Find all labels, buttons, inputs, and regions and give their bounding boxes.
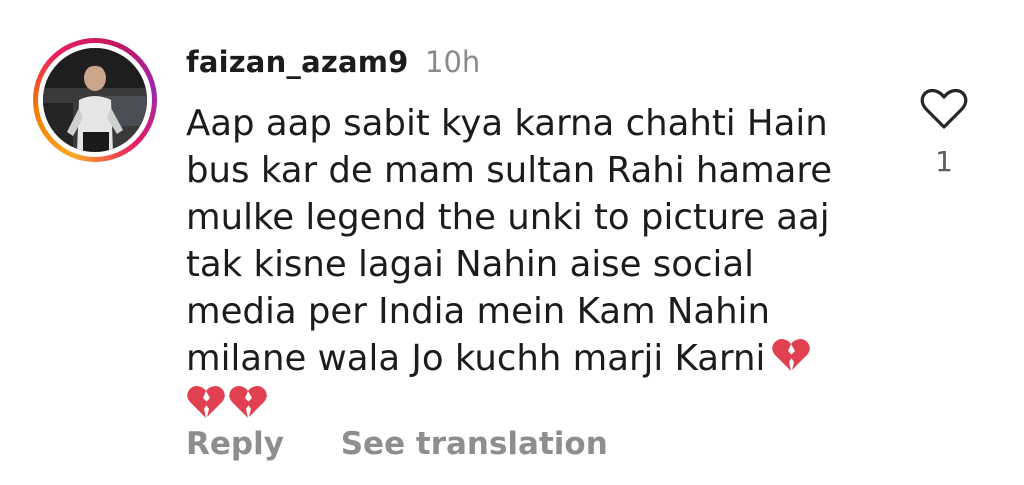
comment-text-line: Aap aap sabit kya karna chahti Hain <box>186 103 828 144</box>
comment-item: faizan_azam9 10h Aap aap sabit kya karna… <box>0 0 1024 485</box>
reply-button[interactable]: Reply <box>186 426 284 462</box>
avatar[interactable] <box>43 48 147 152</box>
avatar-frame <box>38 43 152 157</box>
broken-heart-emoji <box>771 335 811 375</box>
see-translation-button[interactable]: See translation <box>341 426 608 462</box>
username[interactable]: faizan_azam9 <box>186 45 409 79</box>
comment-text-line: bus kar de mam sultan Rahi hamare <box>186 150 833 191</box>
comment-text: Aap aap sabit kya karna chahti Hain bus … <box>186 100 866 429</box>
broken-heart-emoji <box>186 382 226 422</box>
comment-text-line: tak kisne lagai Nahin aise social <box>186 244 755 285</box>
heart-outline-icon <box>920 88 968 134</box>
comment-actions: Reply See translation <box>186 426 608 462</box>
comment-text-line: milane wala Jo kuchh marji Karni <box>186 338 766 379</box>
comment-text-line: mulke legend the unki to picture aaj <box>186 197 830 238</box>
timestamp: 10h <box>425 45 481 79</box>
comment-text-line-6: milane wala Jo kuchh marji Karni <box>186 335 866 382</box>
emoji-row <box>186 382 866 429</box>
like-button[interactable] <box>920 88 968 130</box>
comment-text-line: media per India mein Kam Nahin <box>186 291 771 332</box>
story-ring[interactable] <box>33 38 157 162</box>
broken-heart-emoji <box>228 382 268 422</box>
like-count: 1 <box>935 145 953 178</box>
